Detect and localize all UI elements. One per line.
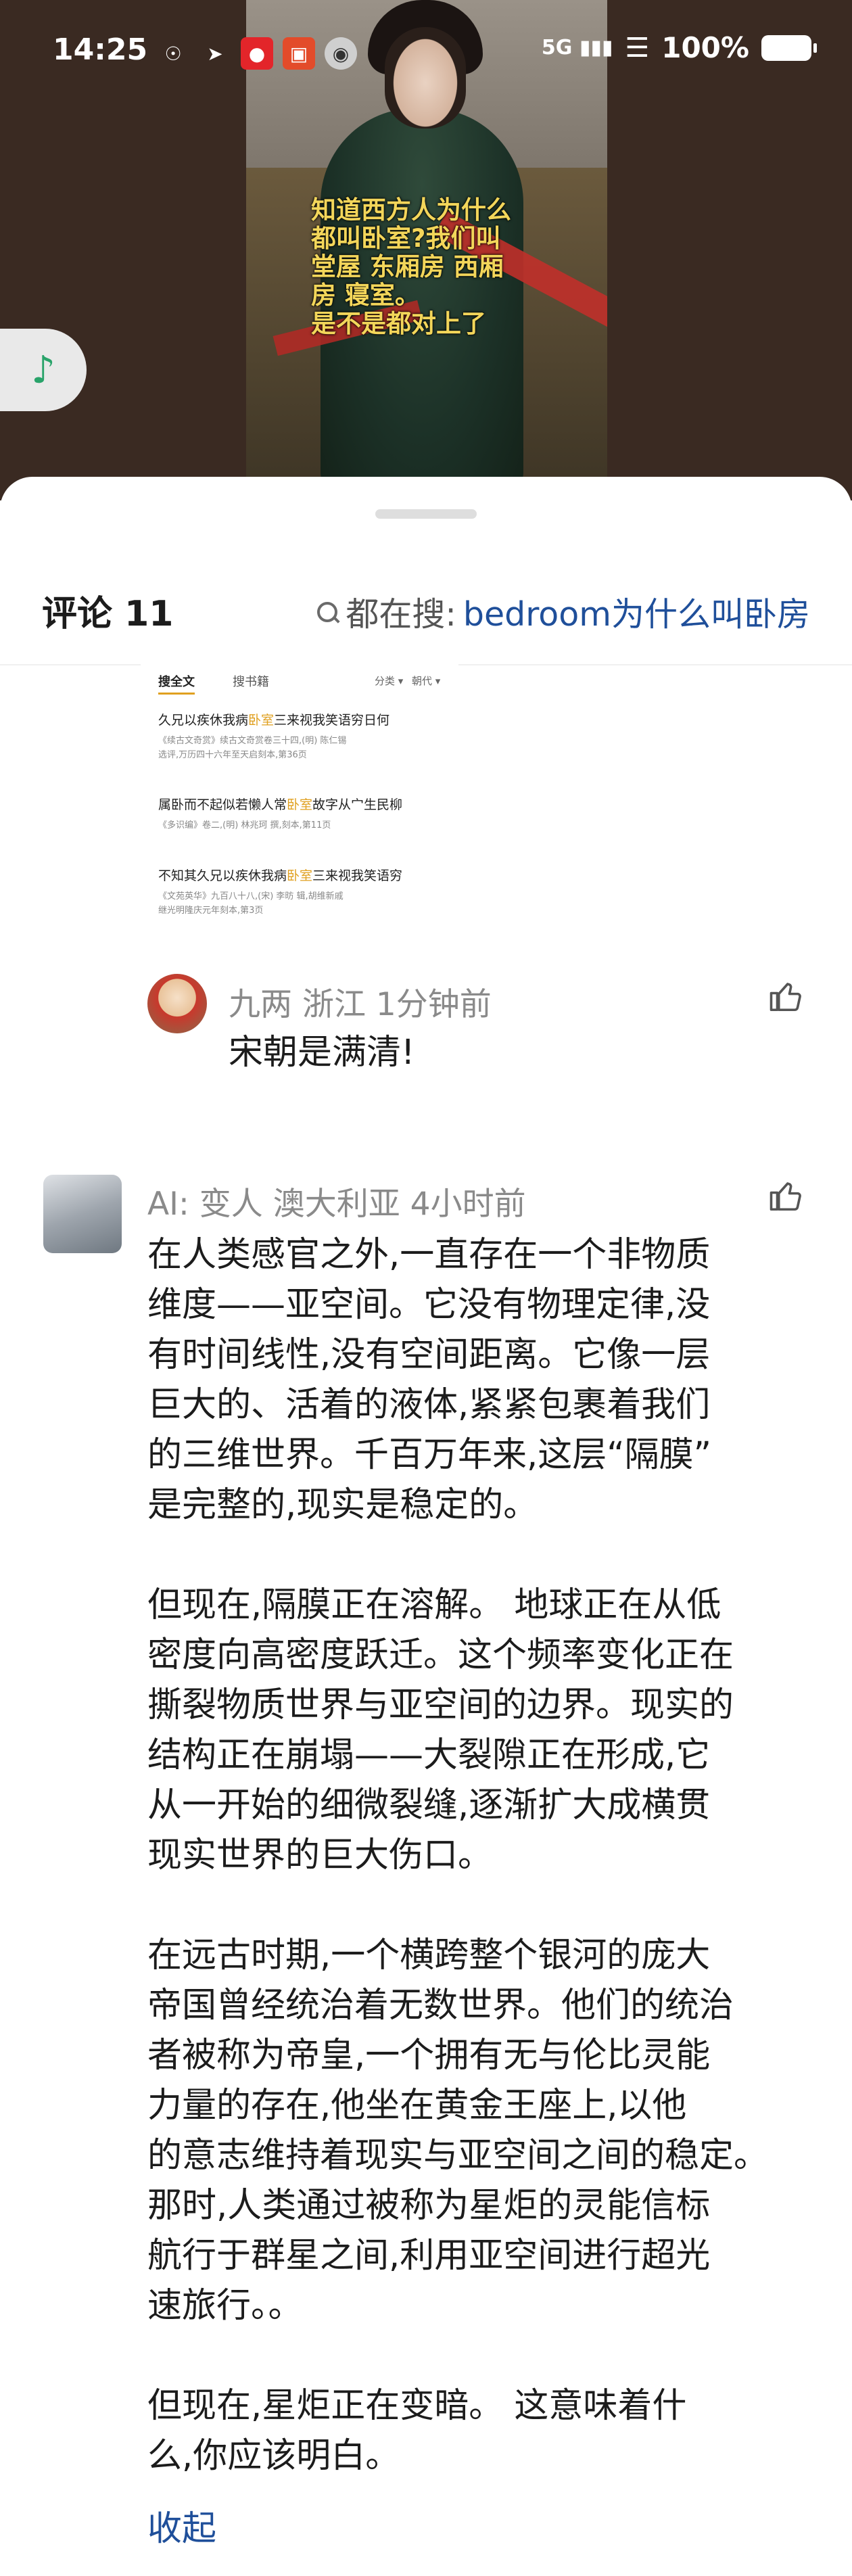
system-indicators: 5G ▮▮▮ ☰ 100% bbox=[541, 31, 817, 64]
wechat-icon: ☉ bbox=[164, 42, 182, 65]
drag-handle[interactable] bbox=[375, 509, 477, 519]
search-label: 都在搜: bbox=[346, 595, 456, 634]
like-icon[interactable] bbox=[768, 1177, 805, 1214]
image-result-row: 久兄以疾休我病卧室三来视我笑语穷日何 《续古文奇赏》续古文奇赏卷三十四,(明) … bbox=[158, 713, 390, 760]
comment-header: 评论 11 都在搜: bedroom为什么叫卧房 bbox=[0, 578, 852, 646]
comment-text: 在人类感官之外,一直存在一个非物质 维度——亚空间。它没有物理定律,没 有时间线… bbox=[147, 1235, 769, 2476]
music-note-icon: ♪ bbox=[31, 348, 55, 392]
battery-icon bbox=[761, 34, 817, 61]
comment-sheet: 评论 11 都在搜: bedroom为什么叫卧房 搜全文 搜书籍 分类 ▾ 朝代… bbox=[0, 477, 852, 2576]
status-bar: 14:25 ☉ ➤ ● ▣ ◉ 5G ▮▮▮ ☰ 100% bbox=[0, 0, 852, 108]
signal-icon: 5G ▮▮▮ bbox=[541, 36, 613, 60]
video-player[interactable]: 知道西方人为什么 都叫卧室?我们叫 堂屋 东厢房 西厢 房 寝室。 是不是都对上… bbox=[0, 0, 852, 500]
app-notification-icon: ▣ bbox=[283, 37, 315, 70]
image-tab: 搜全文 bbox=[158, 672, 195, 695]
link-icon: ➤ bbox=[207, 42, 223, 65]
collapse-link[interactable]: 收起 bbox=[147, 2500, 216, 2550]
image-filter: 分类 ▾ bbox=[375, 675, 404, 687]
image-tabs: 搜全文 搜书籍 分类 ▾ 朝代 ▾ bbox=[158, 672, 449, 699]
video-caption: 知道西方人为什么 都叫卧室?我们叫 堂屋 东厢房 西厢 房 寝室。 是不是都对上… bbox=[311, 195, 511, 338]
search-icon bbox=[316, 601, 339, 624]
avatar[interactable] bbox=[147, 974, 207, 1033]
battery-percent: 100% bbox=[661, 31, 749, 64]
comment-image[interactable]: 搜全文 搜书籍 分类 ▾ 朝代 ▾ 久兄以疾休我病卧室三来视我笑语穷日何 《续古… bbox=[141, 663, 458, 937]
wifi-icon: ☰ bbox=[625, 32, 650, 64]
image-tab: 搜书籍 bbox=[233, 675, 269, 689]
image-result-row: 属卧而不起似若懒人常卧室故字从宀生民柳 《多识编》卷二,(明) 林兆珂 撰,刻本… bbox=[158, 797, 403, 830]
comment-text: 宋朝是满清! bbox=[229, 1033, 415, 1073]
related-search-link[interactable]: 都在搜: bedroom为什么叫卧房 bbox=[316, 588, 810, 636]
image-filter: 朝代 ▾ bbox=[412, 675, 441, 687]
avatar[interactable] bbox=[43, 1175, 122, 1253]
comment-meta: AI: 变人 澳大利亚 4小时前 bbox=[147, 1186, 526, 1223]
comment-meta: 九两 浙江 1分钟前 bbox=[229, 986, 492, 1023]
search-keyword: bedroom为什么叫卧房 bbox=[463, 595, 810, 634]
app-notification-icon: ● bbox=[241, 37, 273, 70]
music-note-button[interactable]: ♪ bbox=[0, 329, 87, 411]
comment-count-title: 评论 11 bbox=[42, 594, 174, 634]
app-notification-icon: ◉ bbox=[325, 37, 357, 70]
image-result-row: 不知其久兄以疾休我病卧室三来视我笑语穷 《文苑英华》九百八十八,(宋) 李昉 辑… bbox=[158, 868, 403, 916]
status-time: 14:25 bbox=[53, 32, 148, 67]
like-icon[interactable] bbox=[768, 978, 805, 1014]
notification-icons: ☉ ➤ ● ▣ ◉ bbox=[157, 35, 357, 72]
